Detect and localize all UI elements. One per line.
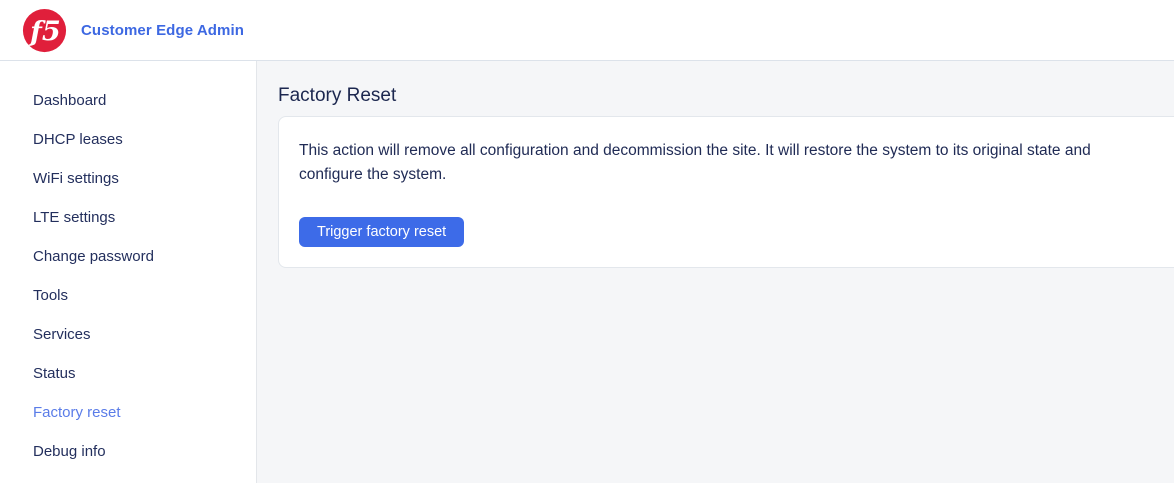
sidebar-item-change-password[interactable]: Change password [0, 237, 256, 276]
sidebar-item-factory-reset[interactable]: Factory reset [0, 393, 256, 432]
body-row: DashboardDHCP leasesWiFi settingsLTE set… [0, 61, 1174, 483]
sidebar-nav: DashboardDHCP leasesWiFi settingsLTE set… [0, 61, 257, 483]
factory-reset-description: This action will remove all configuratio… [299, 139, 1174, 187]
sidebar-item-debug-info[interactable]: Debug info [0, 432, 256, 471]
sidebar-item-tools[interactable]: Tools [0, 276, 256, 315]
sidebar-item-services[interactable]: Services [0, 315, 256, 354]
sidebar-item-wifi-settings[interactable]: WiFi settings [0, 159, 256, 198]
app-title: Customer Edge Admin [81, 22, 244, 39]
page-title: Factory Reset [278, 85, 1174, 107]
trigger-factory-reset-button[interactable]: Trigger factory reset [299, 217, 464, 247]
sidebar-item-dhcp-leases[interactable]: DHCP leases [0, 120, 256, 159]
sidebar-item-lte-settings[interactable]: LTE settings [0, 198, 256, 237]
sidebar-item-status[interactable]: Status [0, 354, 256, 393]
sidebar-item-dashboard[interactable]: Dashboard [0, 81, 256, 120]
factory-reset-card: This action will remove all configuratio… [278, 116, 1174, 268]
description-line-1: This action will remove all configuratio… [299, 139, 1174, 163]
f5-logo[interactable]: f5 [22, 8, 67, 53]
description-line-2: configure the system. [299, 163, 1174, 187]
app-root: f5 Customer Edge Admin DashboardDHCP lea… [0, 0, 1174, 483]
svg-text:f5: f5 [28, 15, 61, 47]
header: f5 Customer Edge Admin [0, 0, 1174, 61]
main-content: Factory Reset This action will remove al… [257, 61, 1174, 483]
f5-logo-icon: f5 [22, 8, 67, 53]
